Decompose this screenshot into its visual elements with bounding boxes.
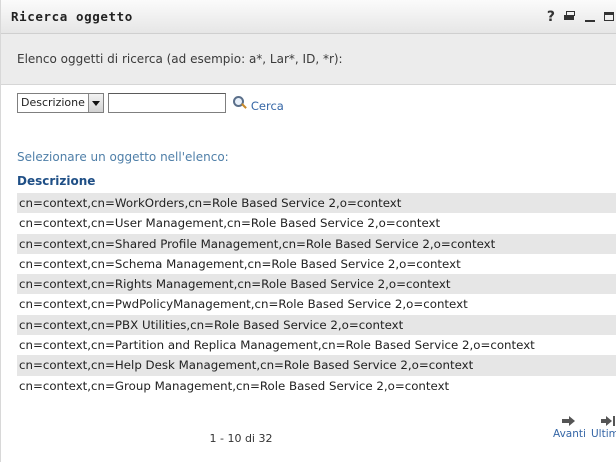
results-list: cn=context,cn=WorkOrders,cn=Role Based S… [17,193,616,396]
search-icon[interactable] [232,96,247,110]
arrow-right-icon[interactable] [562,416,576,426]
next-page-button[interactable]: Avanti [553,416,586,440]
list-item[interactable]: cn=context,cn=WorkOrders,cn=Role Based S… [17,193,616,214]
list-item[interactable]: cn=context,cn=PBX Utilities,cn=Role Base… [17,314,616,336]
help-icon[interactable]: ? [547,10,555,24]
list-item[interactable]: cn=context,cn=Help Desk Management,cn=Ro… [17,355,616,376]
last-page-label[interactable]: Ultimo [591,428,616,440]
search-input[interactable] [107,93,226,113]
search-bar: Descrizione Cerca [17,93,284,113]
window-title: Ricerca oggetto [11,9,133,24]
arrow-last-icon[interactable] [601,416,616,426]
last-page-button[interactable]: Ultimo [591,416,616,440]
title-bar: Ricerca oggetto ? [1,0,616,34]
page-range: 1 - 10 di 32 [209,432,273,445]
attribute-select-value: Descrizione [21,96,85,109]
list-item[interactable]: cn=context,cn=Group Management,cn=Role B… [17,375,616,396]
window-controls: ? [547,10,616,24]
instructions-panel: Elenco oggetti di ricerca (ad esempio: a… [1,34,616,85]
maximize-icon[interactable] [604,12,614,21]
list-item[interactable]: cn=context,cn=Rights Management,cn=Role … [17,274,616,295]
list-item[interactable]: cn=context,cn=PwdPolicyManagement,cn=Rol… [17,294,616,315]
list-item[interactable]: cn=context,cn=Schema Management,cn=Role … [17,253,616,275]
instructions-text: Elenco oggetti di ricerca (ad esempio: a… [17,52,343,66]
minimize-icon[interactable] [585,19,595,22]
search-object-window: Ricerca oggetto ? Elenco oggetti di rice… [0,0,616,462]
search-button-label[interactable]: Cerca [251,99,284,113]
list-item[interactable]: cn=context,cn=Partition and Replica Mana… [17,335,616,356]
next-page-label[interactable]: Avanti [553,428,586,440]
search-button[interactable]: Cerca [232,93,284,113]
results-prompt: Selezionare un oggetto nell'elenco: [17,150,229,164]
column-header-description[interactable]: Descrizione [17,174,95,188]
list-item[interactable]: cn=context,cn=User Management,cn=Role Ba… [17,213,616,234]
print-icon[interactable] [564,11,576,22]
list-item[interactable]: cn=context,cn=Shared Profile Management,… [17,233,616,254]
attribute-select[interactable]: Descrizione [17,93,104,113]
chevron-down-icon[interactable] [87,94,103,112]
